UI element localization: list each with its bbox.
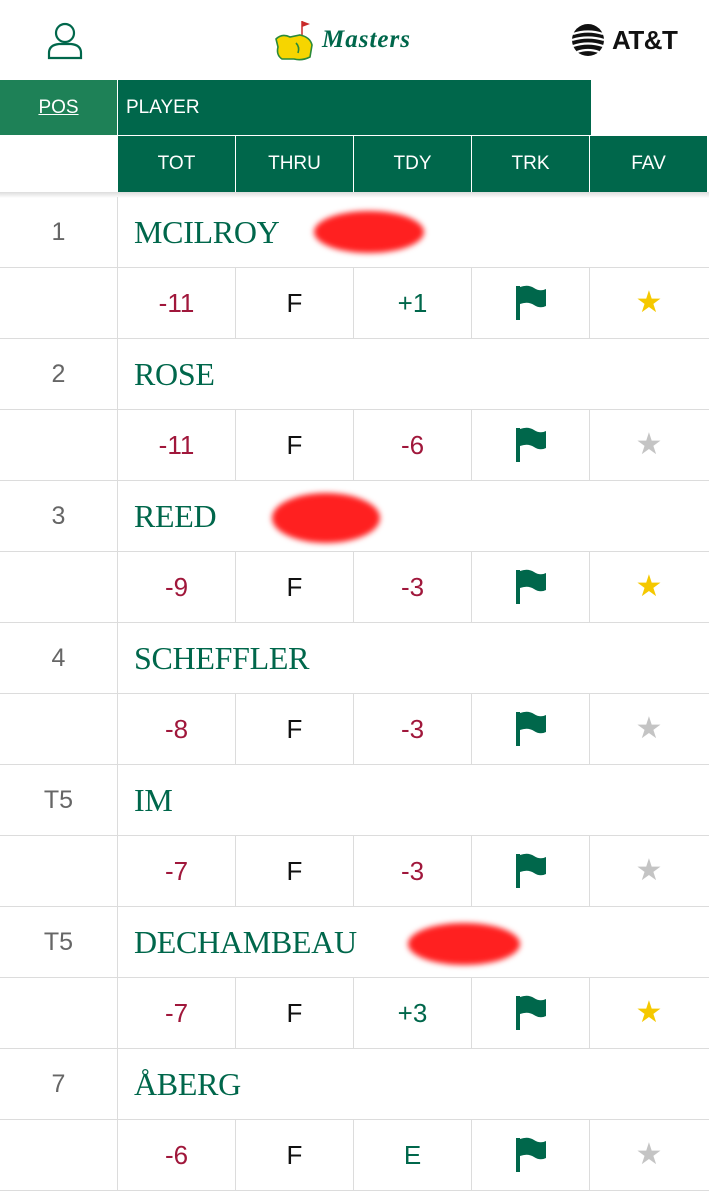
player-row[interactable]: 2 ROSE -11 F -6 ★ [0,339,709,481]
total-score: -8 [117,694,235,764]
star-icon: ★ [635,1138,663,1171]
redaction-mark [272,493,380,543]
favorite-button[interactable]: ★ [589,978,708,1048]
position: 4 [51,644,66,672]
player-name[interactable]: IM [117,765,709,836]
track-button[interactable] [471,268,589,338]
today-score: -3 [353,694,471,764]
track-button[interactable] [471,836,589,906]
flag-icon [515,427,546,462]
star-icon: ★ [635,712,663,745]
trk-column-header: TRK [472,136,590,192]
sponsor-logo[interactable]: AT&T [570,22,678,58]
favorite-button[interactable]: ★ [589,410,708,480]
today-score: -3 [353,836,471,906]
thru-column-header: THRU [236,136,354,192]
track-button[interactable] [471,410,589,480]
player-name[interactable]: SCHEFFLER [117,623,709,694]
track-button[interactable] [471,694,589,764]
tot-column-header: TOT [118,136,236,192]
favorite-button[interactable]: ★ [589,694,708,764]
account-icon[interactable] [44,20,86,62]
position: 7 [51,1070,66,1098]
star-icon: ★ [635,428,663,461]
sponsor-name: AT&T [612,24,678,55]
tdy-column-header: TDY [354,136,472,192]
redaction-mark [408,923,520,965]
star-icon: ★ [635,570,663,603]
thru-status: F [235,694,353,764]
total-score: -7 [117,978,235,1048]
star-icon: ★ [635,996,663,1029]
top-bar: Masters AT&T [0,0,709,80]
total-score: -11 [117,268,235,338]
flag-icon [515,569,546,604]
thru-status: F [235,1120,353,1190]
position: T5 [43,786,74,814]
favorite-button[interactable]: ★ [589,268,708,338]
total-score: -9 [117,552,235,622]
track-button[interactable] [471,1120,589,1190]
star-icon: ★ [635,286,663,319]
favorite-button[interactable]: ★ [589,836,708,906]
player-name[interactable]: ÅBERG [117,1049,709,1120]
position: T5 [43,928,74,956]
flag-icon [515,285,546,320]
today-score: -6 [353,410,471,480]
total-score: -6 [117,1120,235,1190]
sort-by-pos-link[interactable]: POS [0,80,117,135]
stat-column-headers: TOT THRU TDY TRK FAV [118,136,707,192]
flag-icon [515,995,546,1030]
player-row[interactable]: T5 IM -7 F -3 ★ [0,765,709,907]
today-score: +1 [353,268,471,338]
today-score: E [353,1120,471,1190]
player-row[interactable]: 3 REED -9 F -3 ★ [0,481,709,623]
favorite-button[interactable]: ★ [589,1120,708,1190]
position: 2 [51,360,66,388]
logo-wordmark: Masters [322,26,411,53]
today-score: -3 [353,552,471,622]
favorite-button[interactable]: ★ [589,552,708,622]
thru-status: F [235,268,353,338]
redaction-mark [314,211,424,253]
leaderboard-header: POS PLAYER [0,80,591,135]
player-row[interactable]: 1 MCILROY -11 F +1 ★ [0,197,709,339]
att-globe-icon [571,24,605,56]
player-name[interactable]: REED [117,481,709,552]
today-score: +3 [353,978,471,1048]
player-row[interactable]: T5 DECHAMBEAU -7 F +3 ★ [0,907,709,1049]
total-score: -7 [117,836,235,906]
thru-status: F [235,978,353,1048]
augusta-map-icon [275,21,313,61]
position: 3 [51,502,66,530]
fav-column-header: FAV [590,136,707,192]
masters-logo[interactable]: Masters [272,16,442,64]
flag-icon [515,1137,546,1172]
player-row[interactable]: 4 SCHEFFLER -8 F -3 ★ [0,623,709,765]
star-icon: ★ [635,854,663,887]
thru-status: F [235,836,353,906]
thru-status: F [235,552,353,622]
player-row[interactable]: 7 ÅBERG -6 F E ★ [0,1049,709,1191]
flag-icon [515,853,546,888]
total-score: -11 [117,410,235,480]
flag-icon [515,711,546,746]
leaderboard: 1 MCILROY -11 F +1 ★ 2 ROSE -11 F -6 ★ 3… [0,197,709,1191]
player-name[interactable]: ROSE [117,339,709,410]
player-column-header: PLAYER [118,80,591,135]
track-button[interactable] [471,552,589,622]
thru-status: F [235,410,353,480]
position: 1 [51,218,66,246]
track-button[interactable] [471,978,589,1048]
